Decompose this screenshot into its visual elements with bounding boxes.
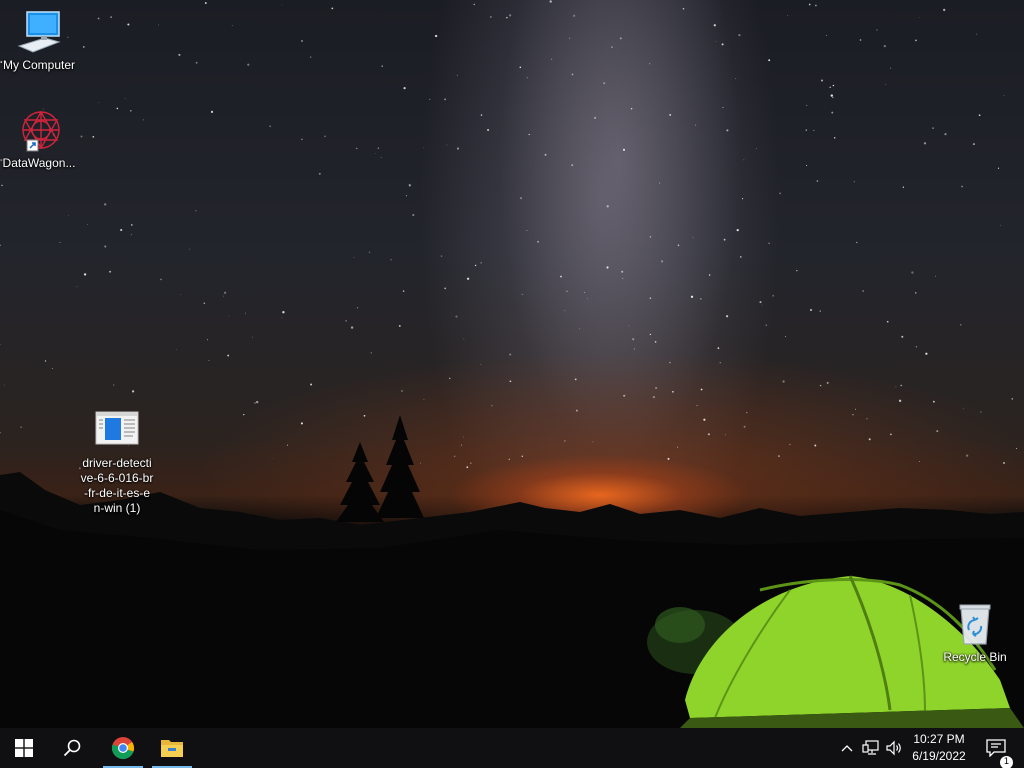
notification-count-badge: 1 — [1000, 756, 1013, 769]
desktop-icon-datawagon[interactable]: DataWagon... — [1, 106, 77, 171]
desktop-icon-recycle-bin[interactable]: Recycle Bin — [937, 600, 1013, 665]
desktop-icon-label: Recycle Bin — [943, 650, 1007, 664]
desktop-icon-label-line: -fr-de-it-es-e — [83, 486, 150, 500]
search-button[interactable] — [48, 728, 96, 768]
clock[interactable]: 10:27 PM 6/19/2022 — [904, 728, 974, 768]
taskbar-app-chrome[interactable] — [103, 728, 143, 768]
volume-icon — [886, 740, 901, 756]
datawagon-shortcut-icon — [15, 106, 63, 154]
notification-icon — [986, 739, 1006, 757]
volume-button[interactable] — [884, 728, 906, 768]
desktop-icon-my-computer[interactable]: My Computer — [1, 8, 77, 73]
desktop-icon-label: My Computer — [2, 58, 76, 72]
computer-icon — [15, 8, 63, 56]
file-explorer-icon — [161, 740, 183, 757]
clock-time: 10:27 PM — [913, 732, 965, 746]
action-center-button[interactable]: 1 — [978, 728, 1014, 769]
desktop-icon-label-line: n-win (1) — [93, 501, 141, 515]
search-icon — [63, 739, 81, 757]
clock-date: 6/19/2022 — [912, 749, 966, 763]
network-icon — [862, 740, 879, 755]
chrome-icon — [111, 737, 134, 760]
desktop-icon-label-line: ve-6-6-016-br — [80, 471, 154, 485]
show-hidden-icons-button[interactable] — [838, 728, 856, 768]
installer-file-icon — [93, 406, 141, 454]
taskbar-app-file-explorer[interactable] — [152, 728, 192, 768]
desktop[interactable]: My Computer DataWagon... driver-detecti … — [0, 0, 1024, 728]
taskbar: 10:27 PM 6/19/2022 1 — [0, 728, 1024, 769]
desktop-icon-driver-detective[interactable]: driver-detecti ve-6-6-016-br -fr-de-it-e… — [79, 406, 155, 516]
desktop-icon-label: DataWagon... — [2, 156, 76, 170]
windows-start-icon — [15, 739, 33, 757]
start-button[interactable] — [0, 728, 48, 768]
chevron-up-icon — [841, 745, 853, 752]
recycle-bin-icon — [951, 600, 999, 648]
network-button[interactable] — [860, 728, 882, 768]
desktop-icon-label-line: driver-detecti — [82, 456, 152, 470]
